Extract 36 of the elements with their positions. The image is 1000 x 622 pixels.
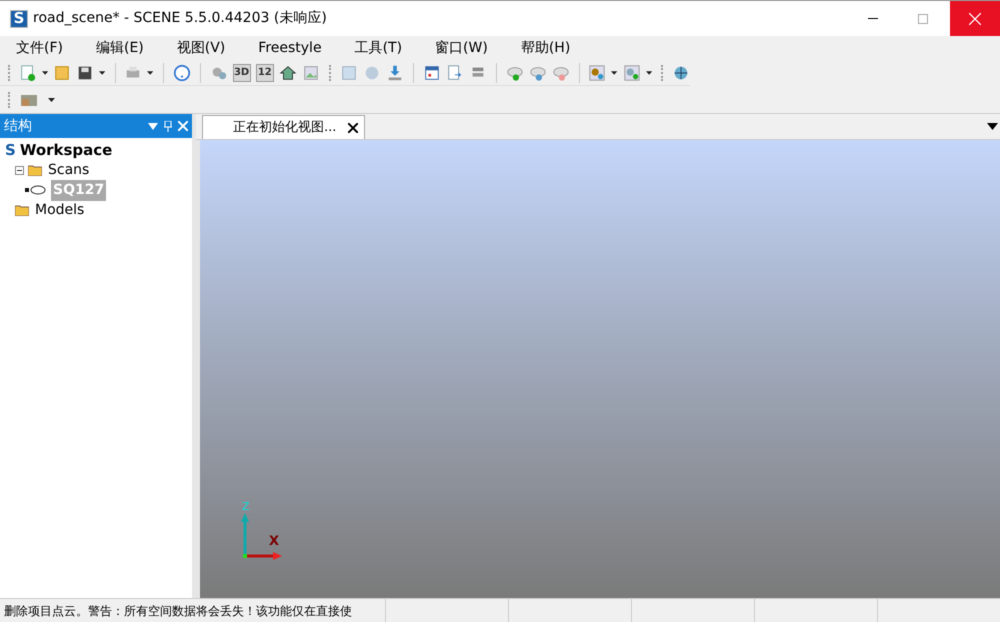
3d-view-button[interactable]: 3D	[232, 64, 251, 82]
caret-icon[interactable]	[48, 98, 55, 102]
close-icon	[969, 12, 981, 24]
pin-icon[interactable]	[164, 120, 172, 132]
menu-item[interactable]: 视图(V)	[168, 38, 234, 58]
menu-item[interactable]: Freestyle	[250, 38, 330, 58]
folder-icon	[15, 204, 29, 216]
menu-item[interactable]: 编辑(E)	[88, 38, 152, 58]
status-text: 删除项目点云。警告：所有空间数据将会丢失！该功能仅在直接使	[3, 602, 353, 620]
scanner-icon	[25, 185, 47, 195]
tree-item[interactable]: Models	[33, 200, 86, 220]
close-icon[interactable]	[348, 122, 358, 132]
tree-item[interactable]: Workspace	[20, 138, 112, 162]
folder-icon	[28, 164, 42, 176]
caret-icon[interactable]	[147, 70, 154, 74]
menu-item[interactable]: 工具(T)	[346, 38, 410, 58]
dropdown-icon[interactable]	[987, 123, 998, 130]
window-title: road_scene* - SCENE 5.5.0.44203 (未响应)	[33, 9, 328, 28]
panel-title: 结构	[4, 116, 33, 136]
help-icon[interactable]	[172, 62, 191, 82]
caret-icon[interactable]	[646, 70, 652, 74]
caret-icon[interactable]	[99, 70, 106, 74]
new-document-icon[interactable]	[19, 62, 37, 82]
menu-item[interactable]: 帮助(H)	[512, 38, 578, 58]
app-icon: S	[10, 10, 28, 28]
collapse-icon[interactable]	[15, 166, 24, 174]
caret-icon[interactable]	[611, 70, 618, 74]
tree-item[interactable]: Scans	[46, 160, 92, 180]
numbered-view-button[interactable]: 12	[256, 64, 274, 82]
document-tab[interactable]: 正在初始化视图...	[202, 115, 366, 139]
axis-gizmo-drawing: Z X	[240, 500, 285, 560]
caret-icon[interactable]	[42, 70, 48, 74]
menu-item[interactable]: 文件(F)	[8, 38, 71, 58]
logo-icon: S	[5, 142, 16, 158]
menu-item[interactable]: 窗口(W)	[427, 38, 496, 58]
export-icon[interactable]	[446, 62, 464, 82]
